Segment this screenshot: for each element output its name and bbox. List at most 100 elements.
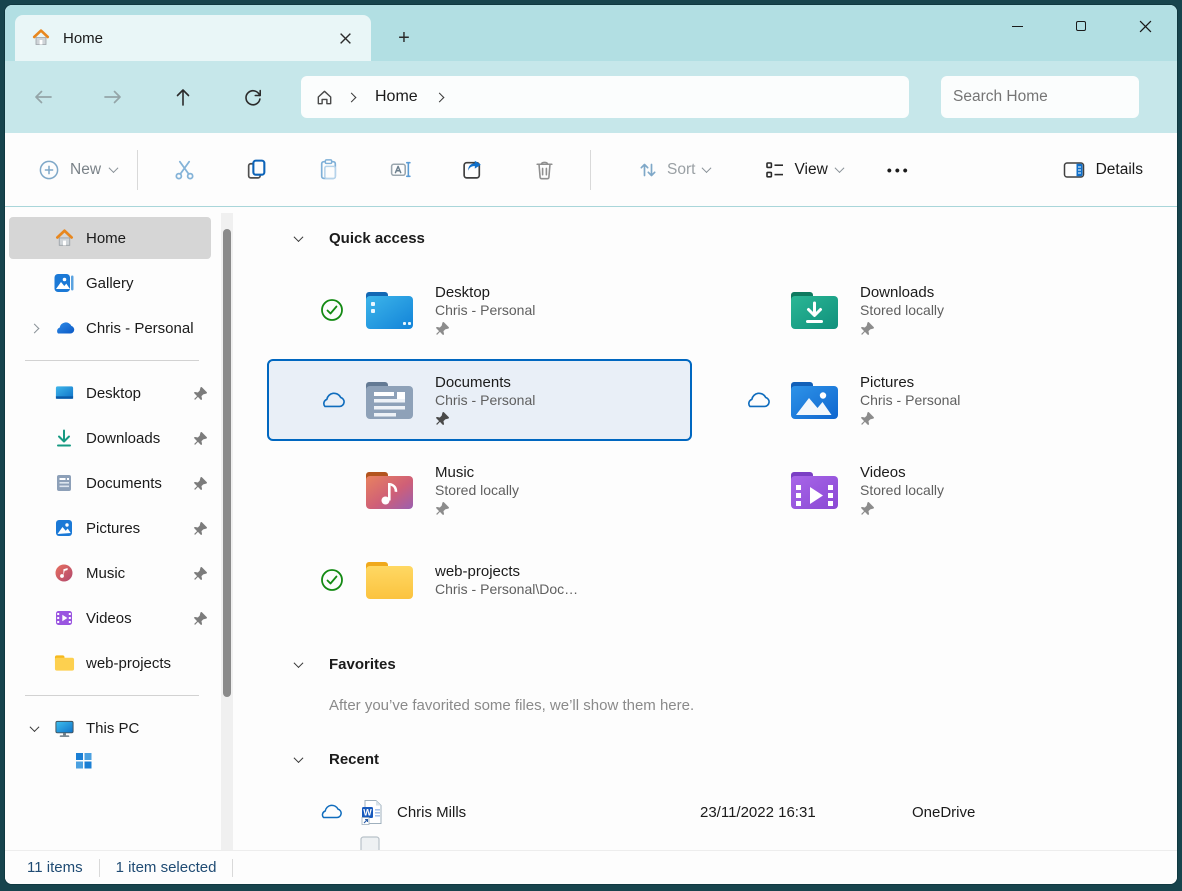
section-header-quick-access[interactable]: Quick access [267,221,1177,255]
sidebar-item-desktop[interactable]: Desktop [9,372,211,414]
item-location: Chris - Personal [435,392,535,408]
cut-button[interactable] [160,148,208,192]
tile-downloads[interactable]: Downloads Stored locally [692,269,1117,351]
recent-file-location: OneDrive [912,804,975,821]
tile-pictures[interactable]: Pictures Chris - Personal [692,359,1117,441]
section-title: Favorites [329,656,396,673]
up-icon [172,86,194,108]
home-icon [53,227,75,249]
folder-icon [361,557,417,603]
tile-music[interactable]: Music Stored locally [267,449,692,531]
videos-folder-icon [786,467,842,513]
search-box [941,76,1139,118]
breadcrumb-chevron-icon[interactable] [347,92,357,102]
sidebar-item-music[interactable]: Music [9,552,211,594]
documents-icon [53,472,75,494]
breadcrumb-chevron-icon[interactable] [434,92,444,102]
new-button[interactable]: New [27,148,127,192]
search-input[interactable] [953,88,1153,106]
scrollbar-thumb[interactable] [223,229,231,697]
paste-button[interactable] [304,148,352,192]
main-area: Home Gallery [5,207,1177,850]
forward-button[interactable] [91,77,135,117]
details-button[interactable]: Details [1050,148,1155,192]
desktop-icon [53,382,75,404]
favorites-empty-text: After you’ve favorited some files, we’ll… [329,697,1177,714]
chevron-right-icon [30,323,40,333]
copy-button[interactable] [232,148,280,192]
close-button[interactable] [1113,5,1177,47]
sidebar-item-pictures[interactable]: Pictures [9,507,211,549]
cloud-icon [315,804,345,820]
word-document-icon: W [359,799,385,825]
see-more-button[interactable]: ••• [875,148,923,192]
back-button[interactable] [21,77,65,117]
section-header-favorites[interactable]: Favorites [267,647,1177,681]
sidebar-item-downloads[interactable]: Downloads [9,417,211,459]
sidebar-item-videos[interactable]: Videos [9,597,211,639]
delete-button[interactable] [520,148,568,192]
sort-button-label: Sort [667,161,695,179]
tab-bar: Home + [5,5,1177,61]
up-button[interactable] [161,77,205,117]
recent-file-row-partial[interactable] [267,834,1177,850]
item-name: Videos [860,464,944,481]
pin-icon [193,566,209,581]
new-plus-icon [37,158,61,182]
tab-home[interactable]: Home [15,15,371,61]
window-controls [985,5,1177,51]
sidebar-item-partial[interactable] [53,752,211,770]
tile-videos[interactable]: Videos Stored locally [692,449,1117,531]
onedrive-icon [53,317,75,339]
rename-button[interactable] [376,148,424,192]
cloud-icon [317,392,347,409]
sidebar-item-onedrive[interactable]: Chris - Personal [9,307,211,349]
sidebar-item-label: Pictures [86,520,193,537]
view-icon [764,159,786,181]
share-button[interactable] [448,148,496,192]
breadcrumb-item-home[interactable]: Home [375,88,418,106]
pictures-folder-icon [786,377,842,423]
tile-documents[interactable]: Documents Chris - Personal [267,359,692,441]
sort-icon [637,159,659,181]
recent-file-name: Chris Mills [397,804,700,821]
status-divider [99,859,100,877]
new-tab-button[interactable]: + [387,21,421,55]
item-name: Music [435,464,519,481]
chevron-down-icon [294,232,304,242]
sort-button[interactable]: Sort [627,148,720,192]
item-name: Desktop [435,284,535,301]
maximize-button[interactable] [1049,5,1113,47]
sidebar-item-web-projects[interactable]: web-projects [9,642,211,684]
minimize-button[interactable] [985,5,1049,47]
tab-close-icon[interactable] [331,24,359,52]
sidebar-item-label: Documents [86,475,193,492]
refresh-button[interactable] [231,77,275,117]
sidebar-divider [25,360,199,361]
pictures-icon [53,517,75,539]
sidebar-scrollbar[interactable] [221,213,233,850]
breadcrumb-home-icon[interactable] [315,88,334,107]
cloud-icon [742,392,772,409]
quick-access-grid: Desktop Chris - Personal [267,269,1177,629]
view-button[interactable]: View [754,148,852,192]
recent-file-date: 23/11/2022 16:31 [700,804,912,821]
recent-files-list: W Chris Mills 23/11/2022 16:31 OneDrive [267,790,1177,850]
sidebar-item-documents[interactable]: Documents [9,462,211,504]
item-name: web-projects [435,563,578,580]
sidebar-item-gallery[interactable]: Gallery [9,262,211,304]
pin-icon [435,321,535,336]
sidebar-item-home[interactable]: Home [9,217,211,259]
chevron-down-icon [702,163,712,173]
music-folder-icon [361,467,417,513]
sidebar-item-this-pc[interactable]: This PC [9,707,211,749]
recent-file-row[interactable]: W Chris Mills 23/11/2022 16:31 OneDrive [267,790,1177,834]
tile-web-projects[interactable]: web-projects Chris - Personal\Doc… [267,539,692,621]
downloads-icon [53,427,75,449]
tile-desktop[interactable]: Desktop Chris - Personal [267,269,692,351]
address-bar[interactable]: Home [301,76,909,118]
sidebar-item-label: web-projects [86,655,211,672]
forward-icon [102,86,124,108]
section-header-recent[interactable]: Recent [267,742,1177,776]
pin-icon [860,321,944,336]
